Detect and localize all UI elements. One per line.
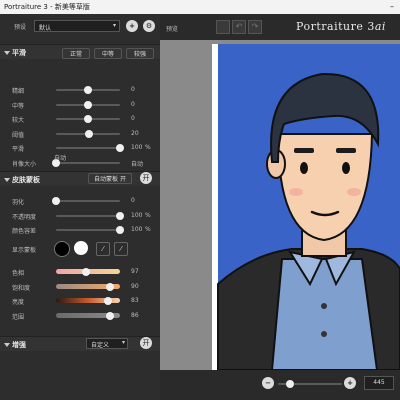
minimize-icon[interactable]: –	[390, 0, 394, 14]
collapse-triangle-icon	[4, 343, 10, 347]
preset-value: 默认	[39, 25, 52, 32]
eyedropper-icon[interactable]: ⁄	[96, 242, 110, 256]
skin-mask-title: 皮肤蒙板	[12, 176, 40, 184]
preset-row: 预设 默认 ▾ + ⚙	[0, 18, 160, 34]
color-slider-knob[interactable]	[105, 311, 114, 320]
brand-name: Portraiture 3	[296, 20, 375, 33]
smoothing-slider-value: 0	[131, 100, 135, 108]
color-slider-label: 范围	[12, 313, 25, 321]
settings-panel: 预设 默认 ▾ + ⚙ 平滑 正常 中等 较强 精细 0 中等 0 较大 0 阈值 20 平滑 1…	[0, 14, 160, 400]
smoothing-slider-value: 自动	[131, 160, 144, 168]
mask-slider-label: 颜色容差	[12, 228, 37, 235]
smoothing-slider-label: 平滑	[12, 146, 25, 153]
smoothing-slider-track[interactable]	[56, 147, 120, 149]
mask-slider-knob[interactable]	[52, 197, 60, 205]
color-slider-knob[interactable]	[82, 268, 91, 276]
smoothing-slider-label: 较大	[12, 117, 25, 124]
enhance-toggle[interactable]: 开	[140, 337, 152, 349]
title-bar: Portraiture 3 - 新美等草版 –	[0, 0, 400, 14]
smoothing-slider-knob[interactable]	[116, 144, 124, 152]
enhance-title: 增强	[12, 341, 26, 349]
redo-icon[interactable]: ↷	[248, 20, 262, 34]
mask-slider-value: 100	[131, 226, 143, 233]
smoothing-slider-knob[interactable]	[84, 115, 92, 123]
color-slider-value: 86	[131, 311, 139, 319]
preset-label: 预设	[14, 24, 27, 31]
preset-dropdown[interactable]: 默认 ▾	[34, 20, 120, 32]
skin-mask-section-header[interactable]: 皮肤蒙板	[0, 171, 160, 186]
color-slider-value: 83	[131, 297, 139, 304]
add-preset-button[interactable]: +	[126, 20, 138, 32]
zoom-slider-knob[interactable]	[286, 380, 294, 388]
brand-suffix: ai	[374, 20, 386, 33]
chevron-down-icon: ▾	[121, 339, 125, 346]
zoom-in-button[interactable]: +	[344, 377, 356, 389]
mask-white-swatch[interactable]	[74, 241, 88, 255]
mask-slider-value: 100	[131, 211, 143, 219]
mask-slider-value: 0	[131, 197, 135, 204]
mask-slider-label: 羽化	[12, 199, 25, 206]
smoothing-title: 平滑	[12, 49, 26, 57]
mask-slider-unit: %	[145, 226, 151, 233]
mode-strong-button[interactable]: 较强	[126, 48, 154, 59]
smoothing-slider-value: 0	[131, 115, 135, 122]
auto-mask-button[interactable]: 自动蒙板 开	[88, 173, 132, 184]
window-title: Portraiture 3 - 新美等草版	[4, 3, 90, 11]
chevron-down-icon: ▾	[112, 22, 116, 29]
smoothing-slider-label: 中等	[12, 102, 25, 110]
smoothing-slider-value: 100	[131, 144, 143, 151]
smoothing-slider-unit: %	[145, 144, 151, 151]
enhance-dropdown-value: 自定义	[91, 342, 110, 349]
mode-medium-button[interactable]: 中等	[94, 48, 122, 59]
zoom-out-button[interactable]: −	[262, 377, 274, 389]
brand-logo: Portraiture 3ai	[296, 20, 386, 33]
show-mask-label: 显示蒙板	[12, 247, 37, 254]
portrait-image	[217, 44, 400, 371]
enhance-section-header[interactable]: 增强	[0, 336, 160, 351]
color-slider-knob[interactable]	[106, 282, 115, 291]
undo-icon[interactable]: ↶	[232, 20, 246, 34]
mask-slider-track[interactable]	[56, 214, 120, 217]
mask-black-swatch[interactable]	[54, 241, 70, 257]
zoom-value-field[interactable]: 445	[364, 376, 394, 390]
split-view-icon[interactable]	[216, 20, 230, 34]
color-slider-value: 97	[131, 268, 139, 275]
color-slider-label: 亮度	[12, 299, 25, 306]
enhance-dropdown[interactable]: 自定义 ▾	[86, 338, 128, 349]
skin-mask-toggle[interactable]: 开	[140, 172, 152, 184]
mask-slider-unit: %	[145, 211, 151, 219]
collapse-triangle-icon	[4, 178, 10, 182]
smoothing-slider-label: 精细	[12, 88, 25, 95]
auto-label: 自动	[54, 155, 67, 162]
mask-slider-knob[interactable]	[116, 211, 124, 220]
mask-slider-knob[interactable]	[116, 226, 124, 234]
color-slider-knob[interactable]	[104, 297, 113, 305]
mask-slider-label: 不透明度	[12, 213, 37, 221]
color-slider-label: 色相	[12, 270, 25, 277]
smoothing-slider-knob[interactable]	[85, 129, 94, 138]
eyedropper-plus-icon[interactable]: ⁄	[114, 242, 128, 256]
color-slider-label: 饱和度	[12, 284, 31, 292]
collapse-triangle-icon	[4, 51, 10, 55]
mode-normal-button[interactable]: 正常	[62, 48, 90, 59]
mask-slider-track[interactable]	[56, 229, 120, 231]
smoothing-slider-value: 0	[131, 86, 135, 93]
gear-icon[interactable]: ⚙	[143, 20, 155, 32]
smoothing-slider-label: 阈值	[12, 131, 25, 139]
preview-canvas[interactable]	[160, 40, 400, 371]
mask-slider-track[interactable]	[56, 200, 120, 202]
smoothing-slider-value: 20	[131, 129, 139, 137]
color-slider-value: 90	[131, 282, 139, 290]
preview-toolbar: 预览 ↶ ↷ Portraiture 3ai	[160, 14, 400, 40]
preview-label: 预览	[166, 26, 179, 33]
image-frame	[212, 44, 400, 371]
zoom-bar: − + 445	[160, 370, 400, 400]
smoothing-slider-knob[interactable]	[84, 100, 92, 109]
smoothing-slider-knob[interactable]	[84, 86, 92, 94]
smoothing-slider-label: 肖像大小	[12, 160, 37, 168]
